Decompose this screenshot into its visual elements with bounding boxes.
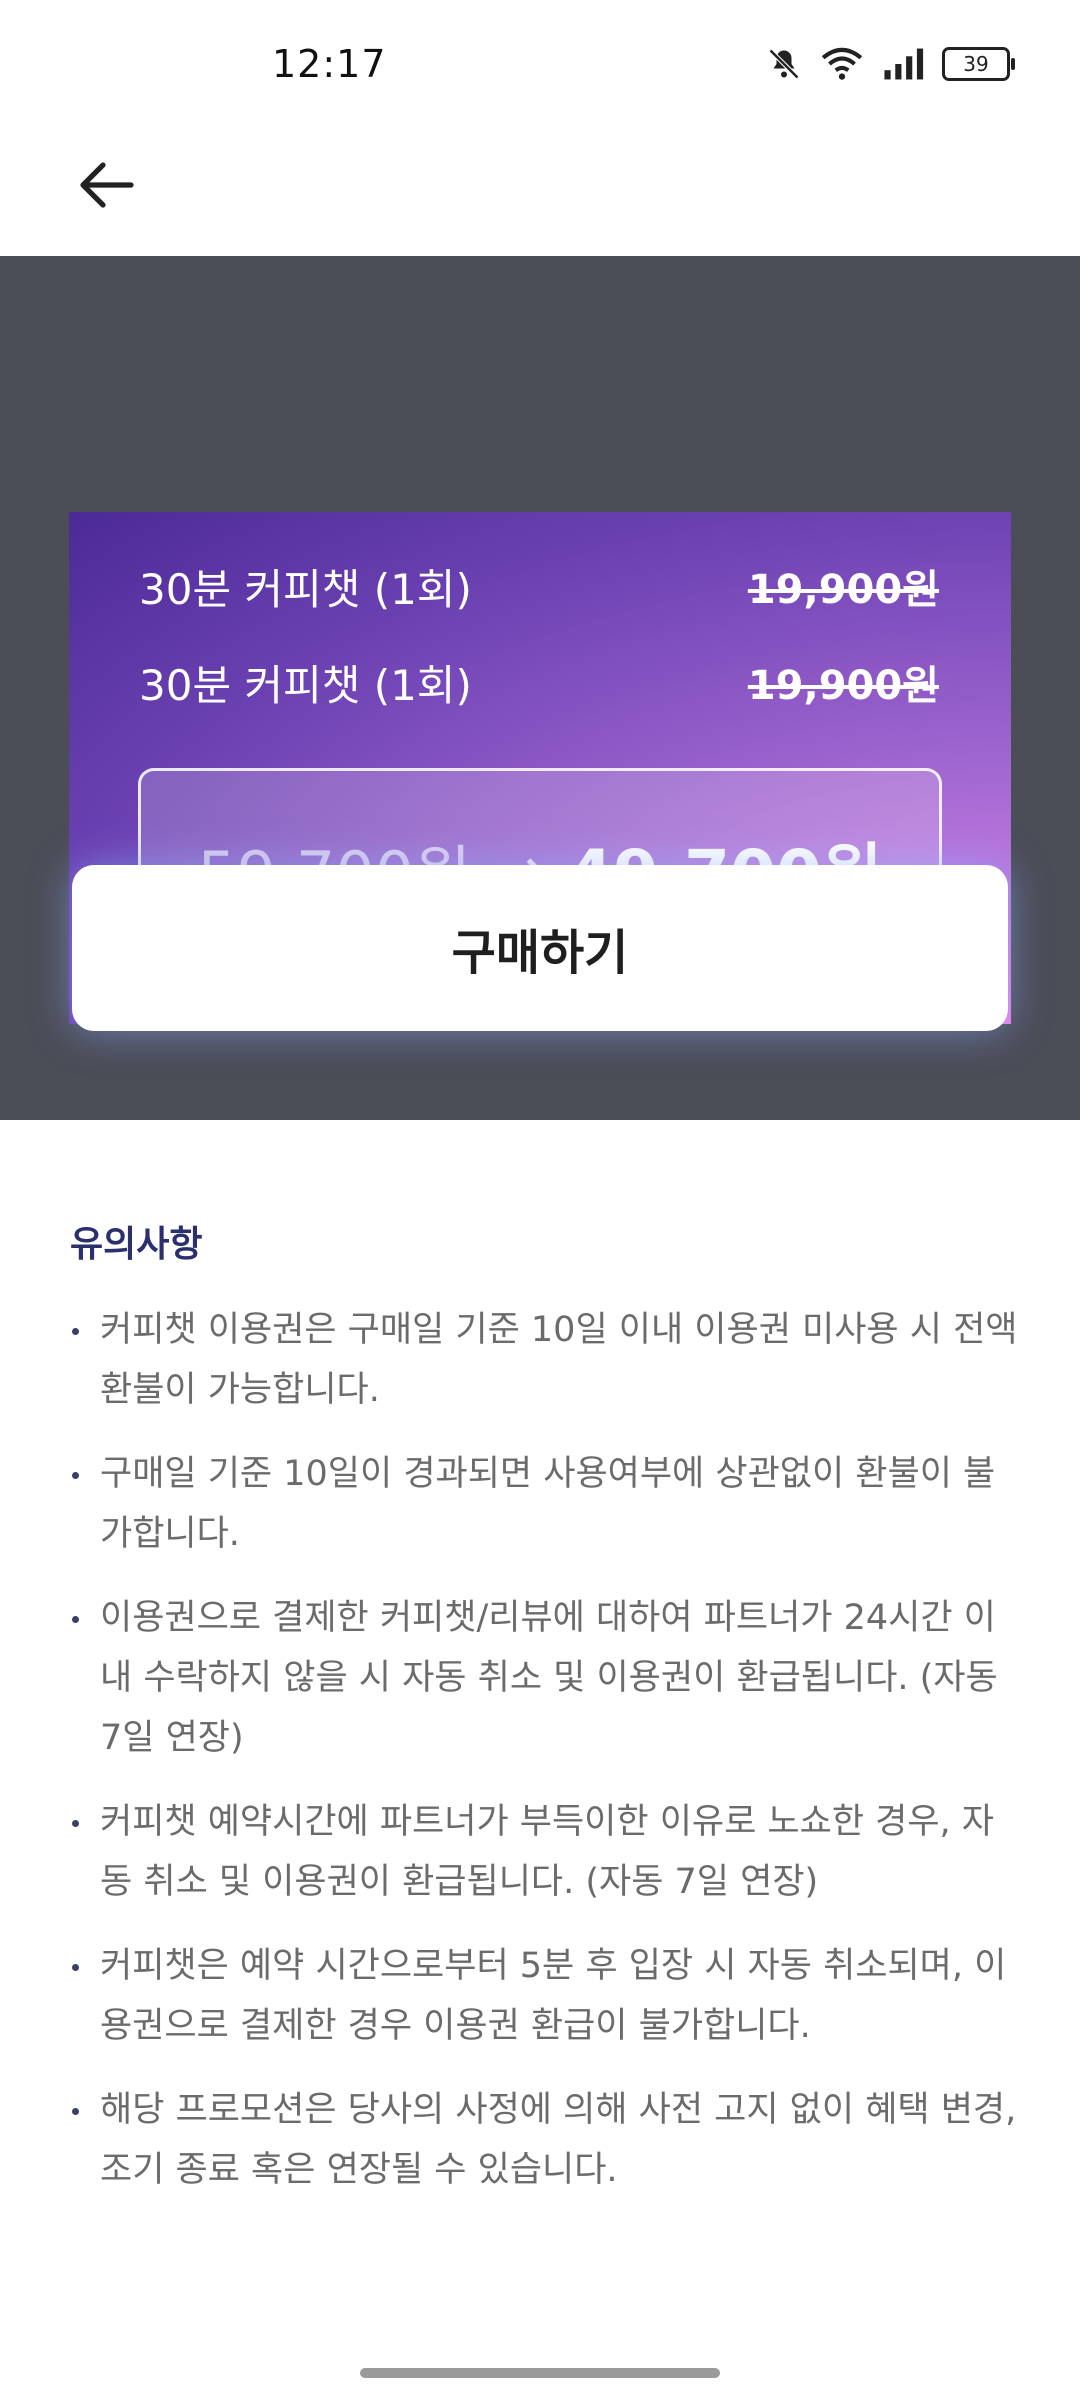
purchase-button[interactable]: 구매하기 [72, 865, 1008, 1031]
promo-item-row: 30분 커피챗 (1회) 19,900원 [139, 652, 939, 712]
notice-list: 커피챗 이용권은 구매일 기준 10일 이내 이용권 미사용 시 전액 환불이 … [70, 1300, 1020, 2224]
back-button[interactable] [72, 150, 142, 220]
battery-level: 39 [963, 52, 989, 76]
notice-item: 커피챗 이용권은 구매일 기준 10일 이내 이용권 미사용 시 전액 환불이 … [70, 1300, 1020, 1420]
notice-item: 커피챗 예약시간에 파트너가 부득이한 이유로 노쇼한 경우, 자동 취소 및 … [70, 1792, 1020, 1912]
header [0, 130, 1080, 256]
signal-icon [884, 48, 924, 80]
notice-title: 유의사항 [70, 1224, 203, 1265]
status-bar: 12:17 39 [0, 0, 1080, 130]
notice-item: 이용권으로 결제한 커피챗/리뷰에 대하여 파트너가 24시간 이내 수락하지 … [70, 1588, 1020, 1768]
wifi-icon [821, 47, 863, 80]
mute-bell-icon [768, 48, 800, 80]
status-icons: 39 [766, 44, 1015, 84]
home-indicator[interactable] [360, 2368, 720, 2378]
notice-item: 구매일 기준 10일이 경과되면 사용여부에 상관없이 환불이 불가합니다. [70, 1444, 1020, 1564]
promo-item-price: 19,900원 [747, 663, 939, 709]
status-time: 12:17 [272, 42, 387, 86]
notice-item: 해당 프로모션은 당사의 사정에 의해 사전 고지 없이 혜택 변경, 조기 종… [70, 2080, 1020, 2200]
promo-item-label: 30분 커피챗 (1회) [139, 564, 472, 614]
back-arrow-icon [80, 162, 134, 208]
promo-item-price: 19,900원 [747, 567, 939, 613]
notice-item: 커피챗은 예약 시간으로부터 5분 후 입장 시 자동 취소되며, 이용권으로 … [70, 1936, 1020, 2056]
battery-icon: 39 [942, 47, 1015, 81]
promo-item-row: 30분 커피챗 (1회) 19,900원 [139, 556, 939, 616]
promo-item-label: 30분 커피챗 (1회) [139, 660, 472, 710]
